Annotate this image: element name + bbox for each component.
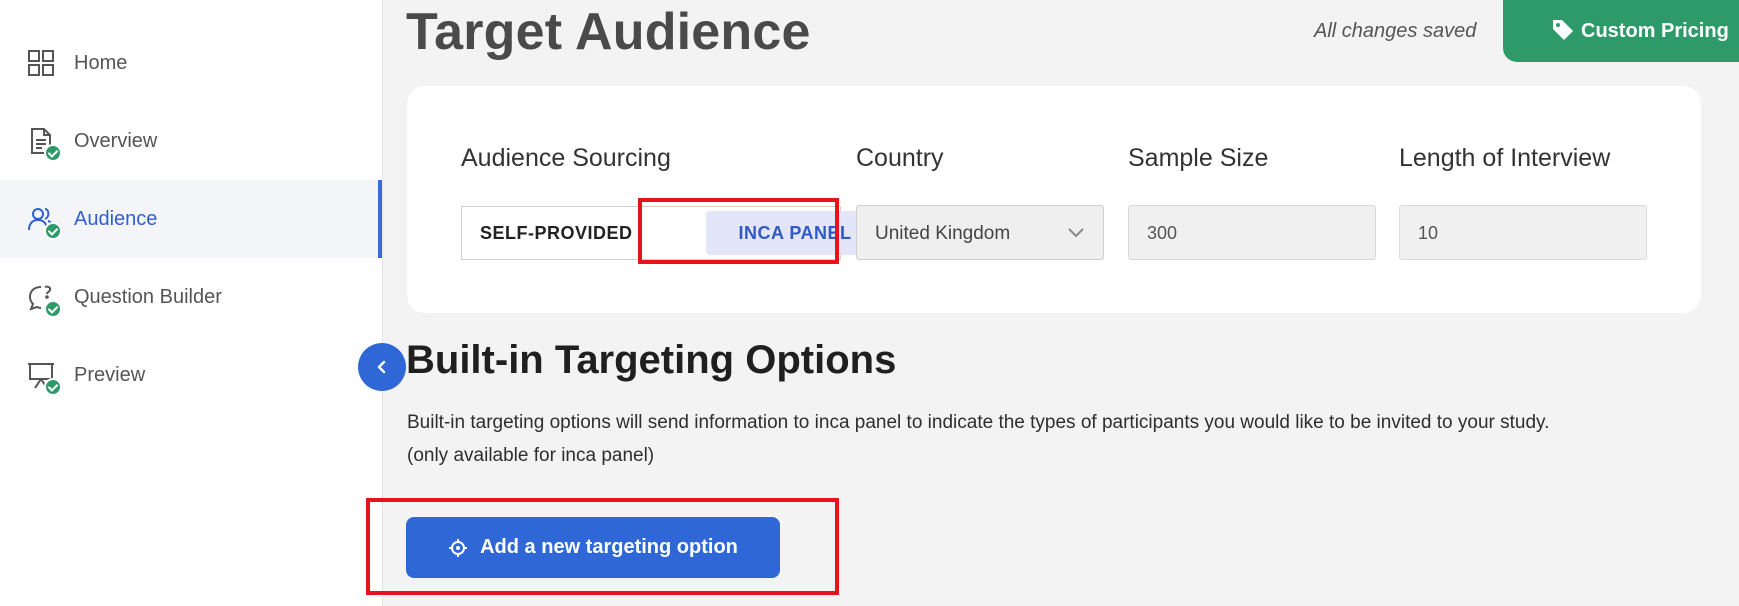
question-bubble-icon — [26, 282, 62, 318]
collapse-sidebar-button[interactable] — [358, 343, 406, 391]
chevron-left-icon — [377, 360, 386, 374]
document-icon — [26, 126, 62, 162]
grid-icon — [26, 48, 56, 78]
sample-size-label: Sample Size — [1128, 144, 1269, 172]
targeting-description-line: Built-in targeting options will send inf… — [407, 412, 1550, 433]
custom-pricing-label: Custom Pricing — [1581, 19, 1729, 42]
sidebar-item-label: Preview — [74, 363, 146, 386]
targeting-section-title: Built-in Targeting Options — [406, 338, 897, 382]
sidebar-item-label: Overview — [74, 129, 158, 152]
presentation-icon — [26, 360, 62, 396]
sidebar-item-label: Home — [74, 51, 128, 74]
sidebar-item-preview[interactable]: Preview — [0, 336, 382, 414]
tag-icon — [1553, 20, 1573, 40]
sample-size-input[interactable]: 300 — [1128, 205, 1376, 260]
sidebar: Home Overview Audience Question Builder … — [0, 0, 383, 606]
completed-check-icon — [44, 300, 62, 318]
country-value: United Kingdom — [875, 223, 1011, 244]
audience-settings-card: Audience Sourcing Country Sample Size Le… — [407, 86, 1701, 313]
sidebar-item-home[interactable]: Home — [0, 24, 382, 102]
sidebar-item-question-builder[interactable]: Question Builder — [0, 258, 382, 336]
self-provided-option[interactable]: SELF-PROVIDED — [480, 223, 633, 244]
audience-sourcing-label: Audience Sourcing — [461, 144, 671, 172]
highlight-box-inca-panel — [638, 198, 839, 264]
sidebar-item-audience[interactable]: Audience — [0, 180, 382, 258]
sidebar-item-label: Question Builder — [74, 285, 222, 308]
page-title: Target Audience — [406, 3, 811, 61]
sample-size-value: 300 — [1147, 223, 1178, 243]
chevron-down-icon — [1068, 228, 1084, 238]
sidebar-item-label: Audience — [74, 207, 158, 230]
completed-check-icon — [44, 378, 62, 396]
length-of-interview-label: Length of Interview — [1399, 144, 1611, 172]
targeting-description-note: (only available for inca panel) — [407, 445, 655, 466]
highlight-box-add-targeting — [366, 498, 839, 595]
length-of-interview-input[interactable]: 10 — [1399, 205, 1647, 260]
sidebar-item-overview[interactable]: Overview — [0, 102, 382, 180]
length-of-interview-value: 10 — [1418, 223, 1439, 243]
completed-check-icon — [44, 144, 62, 162]
country-label: Country — [856, 144, 944, 172]
save-status: All changes saved — [1314, 20, 1477, 42]
custom-pricing-button[interactable]: Custom Pricing — [1503, 0, 1739, 62]
users-icon — [26, 204, 62, 240]
targeting-description: Built-in targeting options will send inf… — [407, 406, 1737, 472]
country-select[interactable]: United Kingdom — [856, 205, 1104, 260]
completed-check-icon — [44, 222, 62, 240]
